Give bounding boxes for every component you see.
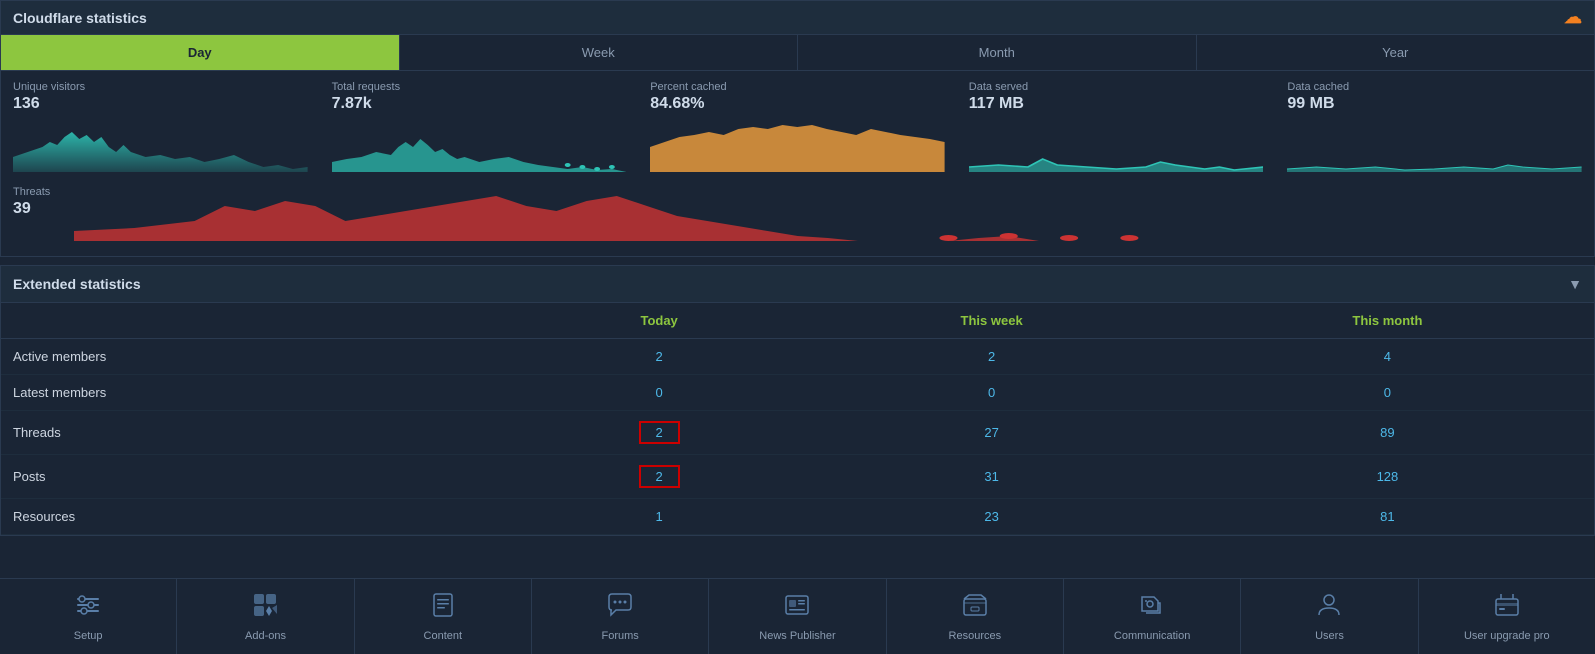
threats-value: 39 xyxy=(13,200,50,218)
threats-row: Threats 39 xyxy=(1,182,1594,256)
cloudflare-tabs: Day Week Month Year xyxy=(1,35,1594,71)
col-header-week: This week xyxy=(802,303,1180,339)
users-icon xyxy=(1315,591,1343,626)
table-row: Threads22789 xyxy=(1,411,1594,455)
forums-icon xyxy=(606,591,634,626)
col-header-label xyxy=(1,303,516,339)
users-label: Users xyxy=(1315,630,1344,642)
stat-data-served: Data served 117 MB xyxy=(957,81,1276,172)
unique-visitors-value: 136 xyxy=(13,95,308,113)
data-served-chart xyxy=(969,117,1264,172)
row-week: 31 xyxy=(802,455,1180,499)
row-week: 23 xyxy=(802,499,1180,535)
row-month: 89 xyxy=(1181,411,1594,455)
extended-stats-table: Today This week This month Active member… xyxy=(1,303,1594,535)
content-icon xyxy=(429,591,457,626)
row-label: Active members xyxy=(1,339,516,375)
communication-icon xyxy=(1138,591,1166,626)
addons-icon xyxy=(251,591,279,626)
extended-statistics-title: Extended statistics xyxy=(13,276,141,292)
row-week: 0 xyxy=(802,375,1180,411)
setup-icon xyxy=(74,591,102,626)
row-today: 0 xyxy=(516,375,803,411)
user-upgrade-icon xyxy=(1493,591,1521,626)
nav-item-users[interactable]: Users xyxy=(1241,579,1418,654)
extended-statistics-header: Extended statistics ▼ xyxy=(1,266,1594,303)
data-cached-chart xyxy=(1287,117,1582,172)
nav-item-news-publisher[interactable]: News Publisher xyxy=(709,579,886,654)
extended-statistics-section: Extended statistics ▼ Today This week Th… xyxy=(0,265,1595,536)
total-requests-value: 7.87k xyxy=(332,95,627,113)
nav-item-forums[interactable]: Forums xyxy=(532,579,709,654)
total-requests-label: Total requests xyxy=(332,81,627,93)
percent-cached-chart xyxy=(650,117,945,172)
nav-item-setup[interactable]: Setup xyxy=(0,579,177,654)
unique-visitors-label: Unique visitors xyxy=(13,81,308,93)
percent-cached-label: Percent cached xyxy=(650,81,945,93)
news-publisher-label: News Publisher xyxy=(759,630,835,642)
addons-label: Add-ons xyxy=(245,630,286,642)
row-label: Threads xyxy=(1,411,516,455)
cloudflare-title: Cloudflare statistics xyxy=(13,10,147,26)
content-label: Content xyxy=(424,630,463,642)
row-label: Posts xyxy=(1,455,516,499)
stat-percent-cached: Percent cached 84.68% xyxy=(638,81,957,172)
table-row: Latest members000 xyxy=(1,375,1594,411)
setup-label: Setup xyxy=(74,630,103,642)
collapse-icon[interactable]: ▼ xyxy=(1568,276,1582,292)
data-cached-value: 99 MB xyxy=(1287,95,1582,113)
nav-item-content[interactable]: Content xyxy=(355,579,532,654)
cloudflare-icon: ☁ xyxy=(1564,7,1582,28)
cloudflare-section: Cloudflare statistics ☁ Day Week Month Y… xyxy=(0,0,1595,257)
unique-visitors-chart xyxy=(13,117,308,172)
row-today: 2 xyxy=(516,339,803,375)
row-month: 0 xyxy=(1181,375,1594,411)
row-label: Latest members xyxy=(1,375,516,411)
table-header-row: Today This week This month xyxy=(1,303,1594,339)
table-row: Posts231128 xyxy=(1,455,1594,499)
row-label: Resources xyxy=(1,499,516,535)
tab-year[interactable]: Year xyxy=(1197,35,1595,70)
bottom-navigation: Setup Add-ons Content xyxy=(0,578,1595,654)
nav-item-communication[interactable]: Communication xyxy=(1064,579,1241,654)
tab-month[interactable]: Month xyxy=(798,35,1197,70)
row-month: 128 xyxy=(1181,455,1594,499)
nav-item-resources[interactable]: Resources xyxy=(887,579,1064,654)
communication-label: Communication xyxy=(1114,630,1190,642)
threats-item: Threats 39 xyxy=(1,186,62,244)
stat-data-cached: Data cached 99 MB xyxy=(1275,81,1594,172)
row-week: 2 xyxy=(802,339,1180,375)
table-row: Resources12381 xyxy=(1,499,1594,535)
data-served-value: 117 MB xyxy=(969,95,1264,113)
tab-week[interactable]: Week xyxy=(400,35,799,70)
total-requests-chart xyxy=(332,117,627,172)
percent-cached-value: 84.68% xyxy=(650,95,945,113)
forums-label: Forums xyxy=(602,630,639,642)
col-header-month: This month xyxy=(1181,303,1594,339)
news-publisher-icon xyxy=(783,591,811,626)
stat-total-requests: Total requests 7.87k xyxy=(320,81,639,172)
resources-icon xyxy=(961,591,989,626)
row-today: 1 xyxy=(516,499,803,535)
row-today: 2 xyxy=(516,455,803,499)
stat-unique-visitors: Unique visitors 136 xyxy=(1,81,320,172)
col-header-today: Today xyxy=(516,303,803,339)
resources-label: Resources xyxy=(949,630,1002,642)
cloudflare-header: Cloudflare statistics ☁ xyxy=(1,1,1594,35)
nav-item-addons[interactable]: Add-ons xyxy=(177,579,354,654)
row-week: 27 xyxy=(802,411,1180,455)
nav-item-user-upgrade[interactable]: User upgrade pro xyxy=(1419,579,1595,654)
row-month: 4 xyxy=(1181,339,1594,375)
threats-label: Threats xyxy=(13,186,50,198)
row-month: 81 xyxy=(1181,499,1594,535)
data-cached-label: Data cached xyxy=(1287,81,1582,93)
data-served-label: Data served xyxy=(969,81,1264,93)
user-upgrade-label: User upgrade pro xyxy=(1464,630,1550,642)
tab-day[interactable]: Day xyxy=(1,35,400,70)
table-row: Active members224 xyxy=(1,339,1594,375)
row-today: 2 xyxy=(516,411,803,455)
stats-row: Unique visitors 136 xyxy=(1,71,1594,182)
